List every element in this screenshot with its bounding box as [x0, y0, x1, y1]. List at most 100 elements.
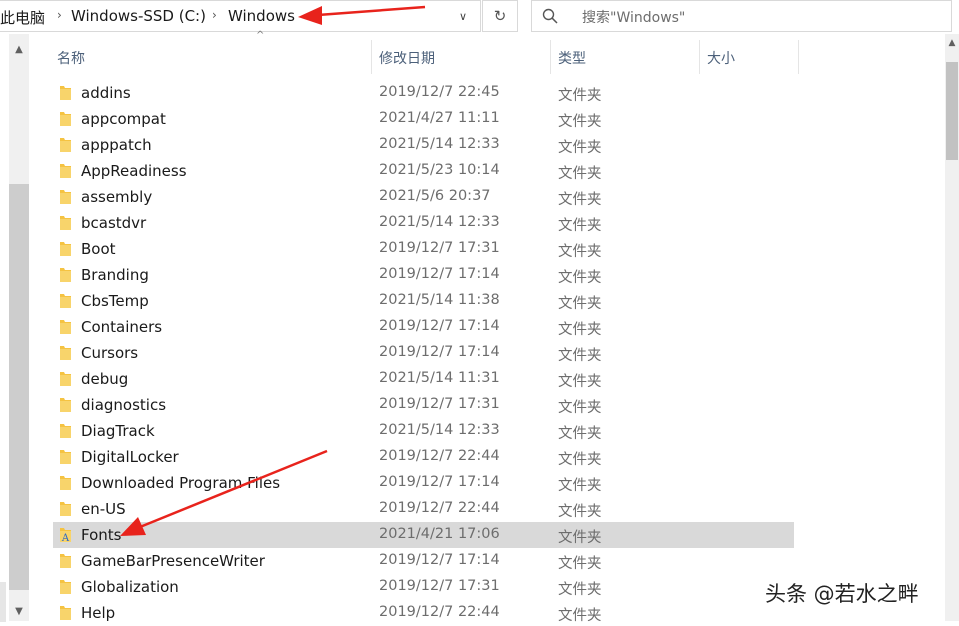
chevron-right-icon[interactable]: › [212, 8, 217, 22]
file-row[interactable]: Boot 2019/12/7 17:31 文件夹 [50, 236, 945, 262]
file-name[interactable]: debug [81, 370, 128, 388]
file-name[interactable]: Fonts [81, 526, 121, 544]
file-type: 文件夹 [558, 530, 602, 546]
file-name[interactable]: addins [81, 84, 131, 102]
column-divider[interactable] [699, 40, 700, 74]
file-row[interactable]: GameBarPresenceWriter 2019/12/7 17:14 文件夹 [50, 548, 945, 574]
file-date: 2019/12/7 17:14 [379, 344, 500, 360]
folder-icon [60, 502, 71, 516]
file-name[interactable]: DiagTrack [81, 422, 155, 440]
file-date: 2021/4/27 11:11 [379, 110, 500, 126]
file-name[interactable]: Help [81, 604, 115, 622]
file-row[interactable]: en-US 2019/12/7 22:44 文件夹 [50, 496, 945, 522]
file-name[interactable]: Branding [81, 266, 149, 284]
breadcrumb-drive[interactable]: Windows-SSD (C:) [71, 7, 206, 25]
file-date: 2019/12/7 22:44 [379, 604, 500, 620]
file-row[interactable]: DiagTrack 2021/5/14 12:33 文件夹 [50, 418, 945, 444]
file-type: 文件夹 [558, 556, 602, 572]
file-type: 文件夹 [558, 374, 602, 390]
breadcrumb-this-pc[interactable]: 此电脑 [0, 7, 45, 28]
file-row[interactable]: apppatch 2021/5/14 12:33 文件夹 [50, 132, 945, 158]
refresh-button[interactable]: ↻ [482, 0, 518, 32]
breadcrumb-windows[interactable]: Windows [228, 7, 295, 25]
refresh-icon: ↻ [493, 7, 507, 25]
file-type: 文件夹 [558, 452, 602, 468]
column-header: ^ 名称 修改日期 类型 大小 [50, 30, 945, 74]
file-row[interactable]: diagnostics 2019/12/7 17:31 文件夹 [50, 392, 945, 418]
file-name[interactable]: assembly [81, 188, 152, 206]
file-type: 文件夹 [558, 270, 602, 286]
file-row[interactable]: Cursors 2019/12/7 17:14 文件夹 [50, 340, 945, 366]
file-row[interactable]: Containers 2019/12/7 17:14 文件夹 [50, 314, 945, 340]
column-date[interactable]: 修改日期 [379, 48, 435, 68]
search-input[interactable]: 搜索"Windows" [582, 7, 685, 27]
file-name[interactable]: Downloaded Program Files [81, 474, 280, 492]
file-name[interactable]: GameBarPresenceWriter [81, 552, 265, 570]
file-type: 文件夹 [558, 140, 602, 156]
file-name[interactable]: en-US [81, 500, 126, 518]
chevron-right-icon[interactable]: › [57, 8, 62, 22]
file-name[interactable]: Boot [81, 240, 116, 258]
file-name[interactable]: AppReadiness [81, 162, 187, 180]
file-row[interactable]: appcompat 2021/4/27 11:11 文件夹 [50, 106, 945, 132]
file-row[interactable]: Branding 2019/12/7 17:14 文件夹 [50, 262, 945, 288]
file-date: 2019/12/7 17:31 [379, 240, 500, 256]
file-row[interactable]: AppReadiness 2021/5/23 10:14 文件夹 [50, 158, 945, 184]
column-type[interactable]: 类型 [558, 48, 586, 68]
folder-icon [60, 112, 71, 126]
column-divider[interactable] [550, 40, 551, 74]
file-row[interactable]: bcastdvr 2021/5/14 12:33 文件夹 [50, 210, 945, 236]
file-type: 文件夹 [558, 400, 602, 416]
folder-icon [60, 268, 71, 282]
column-divider[interactable] [371, 40, 372, 74]
file-row[interactable]: debug 2021/5/14 11:31 文件夹 [50, 366, 945, 392]
column-size[interactable]: 大小 [707, 48, 735, 68]
file-name[interactable]: Containers [81, 318, 162, 336]
navigation-pane: ▲ ▼ [0, 34, 50, 622]
folder-icon [60, 346, 71, 360]
file-date: 2019/12/7 17:14 [379, 266, 500, 282]
file-row[interactable]: addins 2019/12/7 22:45 文件夹 [50, 80, 945, 106]
file-date: 2019/12/7 17:31 [379, 396, 500, 412]
folder-icon [60, 450, 71, 464]
file-type: 文件夹 [558, 608, 602, 624]
watermark: 头条 @若水之畔 [765, 582, 919, 606]
file-type: 文件夹 [558, 348, 602, 364]
file-type: 文件夹 [558, 244, 602, 260]
top-bar: 此电脑 › Windows-SSD (C:) › Windows ∨ ↻ 搜索"… [0, 0, 959, 34]
column-name[interactable]: 名称 [57, 48, 85, 68]
file-name[interactable]: bcastdvr [81, 214, 146, 232]
file-name[interactable]: Cursors [81, 344, 138, 362]
file-name[interactable]: CbsTemp [81, 292, 149, 310]
file-name[interactable]: appcompat [81, 110, 166, 128]
file-date: 2021/5/14 11:38 [379, 292, 500, 308]
file-type: 文件夹 [558, 88, 602, 104]
file-row[interactable]: A Fonts 2021/4/21 17:06 文件夹 [50, 522, 945, 548]
folder-icon [60, 294, 71, 308]
file-row[interactable]: Downloaded Program Files 2019/12/7 17:14 文… [50, 470, 945, 496]
scroll-up-icon[interactable]: ▲ [9, 44, 29, 55]
file-name[interactable]: diagnostics [81, 396, 166, 414]
file-list-scrollbar-thumb[interactable] [946, 62, 958, 160]
search-box[interactable]: 搜索"Windows" [531, 0, 952, 32]
folder-icon [60, 372, 71, 386]
address-bar[interactable]: 此电脑 › Windows-SSD (C:) › Windows ∨ [0, 0, 481, 32]
file-name[interactable]: DigitalLocker [81, 448, 179, 466]
scroll-down-icon[interactable]: ▼ [9, 606, 29, 617]
chevron-down-icon[interactable]: ∨ [452, 7, 474, 27]
file-name[interactable]: apppatch [81, 136, 152, 154]
file-date: 2021/5/23 10:14 [379, 162, 500, 178]
scroll-up-icon[interactable]: ▲ [945, 38, 959, 48]
nav-edge-scrollbar[interactable] [0, 582, 6, 622]
file-date: 2021/5/14 11:31 [379, 370, 500, 386]
column-divider[interactable] [798, 40, 799, 74]
file-date: 2019/12/7 17:14 [379, 552, 500, 568]
file-row[interactable]: CbsTemp 2021/5/14 11:38 文件夹 [50, 288, 945, 314]
file-name[interactable]: Globalization [81, 578, 179, 596]
folder-icon [60, 216, 71, 230]
file-row[interactable]: DigitalLocker 2019/12/7 22:44 文件夹 [50, 444, 945, 470]
file-row[interactable]: assembly 2021/5/6 20:37 文件夹 [50, 184, 945, 210]
folder-icon [60, 476, 71, 490]
folder-icon [60, 190, 71, 204]
nav-scrollbar-thumb[interactable] [9, 184, 29, 590]
